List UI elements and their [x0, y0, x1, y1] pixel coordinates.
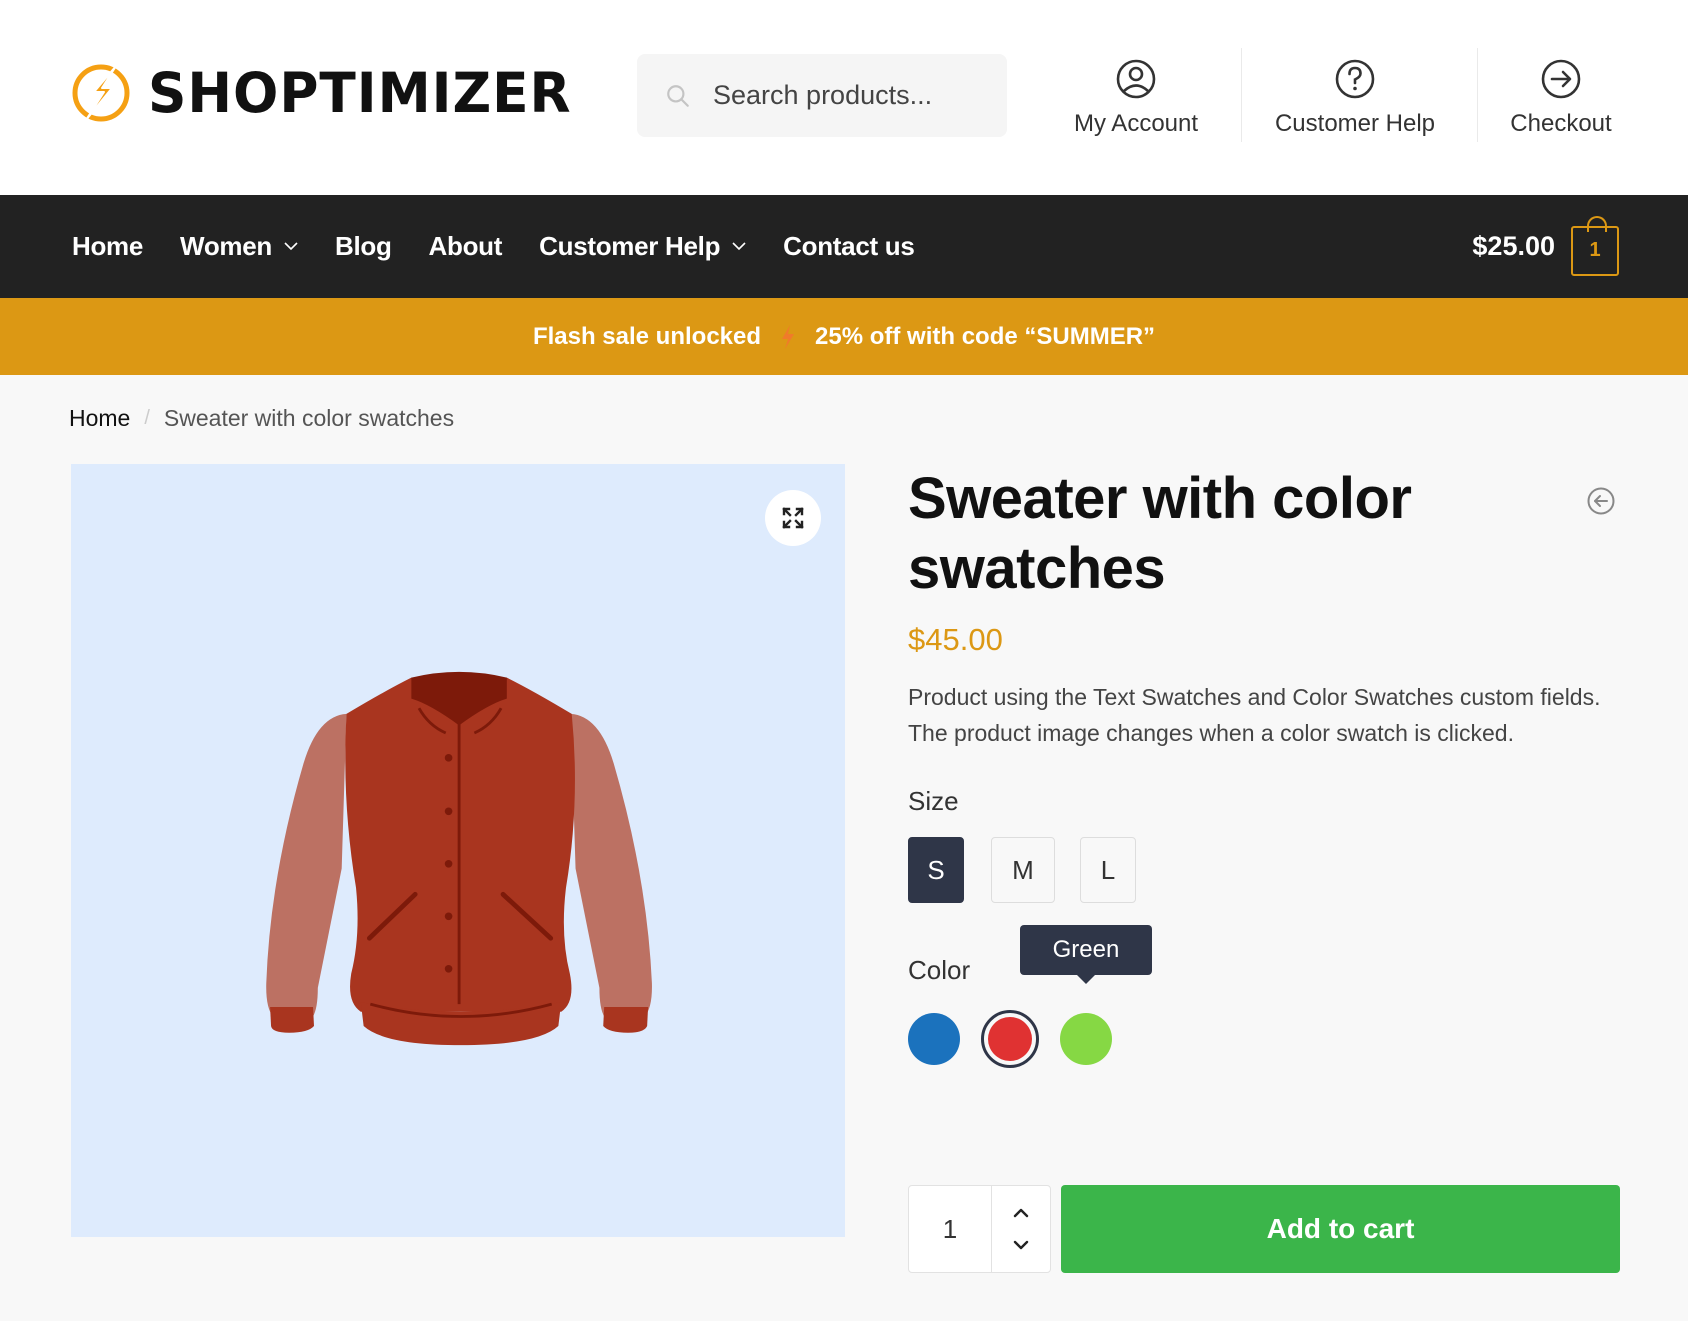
add-to-cart-form: Add to cart	[908, 1185, 1620, 1273]
mini-cart[interactable]: $25.00 1	[1472, 195, 1619, 298]
nav-item-label: Women	[180, 231, 272, 261]
chevron-down-icon	[284, 242, 298, 251]
jacket-right-sleeve	[570, 713, 652, 1022]
arrow-right-circle-icon	[1541, 59, 1581, 99]
chevron-up-icon[interactable]	[1013, 1208, 1029, 1218]
user-circle-icon	[1116, 59, 1156, 99]
banner-text-right: 25% off with code “SUMMER”	[815, 322, 1156, 350]
nav-item-label: Customer Help	[539, 231, 721, 261]
chevron-down-icon[interactable]	[1013, 1240, 1029, 1250]
cart-total: $25.00	[1472, 231, 1555, 261]
search-icon	[667, 84, 689, 107]
site-header: SHOPTIMIZER My Account Customer Help	[0, 0, 1688, 195]
color-swatch-red-selected[interactable]	[981, 1010, 1039, 1068]
color-label: Color	[908, 955, 971, 985]
checkout-link[interactable]: Checkout	[1506, 48, 1616, 140]
nav-item-label: Contact us	[783, 231, 915, 261]
product-summary: Sweater with color swatches $45.00 Produ…	[908, 464, 1620, 1273]
logo-text: SHOPTIMIZER	[148, 60, 572, 125]
my-account-link[interactable]: My Account	[1067, 48, 1205, 140]
size-swatches: S M L	[908, 837, 1620, 903]
site-logo[interactable]: SHOPTIMIZER	[70, 62, 585, 124]
quantity-input[interactable]	[909, 1186, 992, 1272]
jacket-right-cuff	[603, 1006, 649, 1033]
quantity-stepper[interactable]	[908, 1185, 1051, 1273]
nav-item-home[interactable]: Home	[72, 231, 143, 262]
nav-item-label: About	[428, 231, 503, 261]
product-description: Product using the Text Swatches and Colo…	[908, 684, 1601, 746]
size-swatch-m[interactable]: M	[991, 837, 1055, 903]
nav-item-about[interactable]: About	[429, 231, 503, 262]
product-image-jacket	[266, 671, 652, 1046]
arrow-left-circle-icon[interactable]	[1586, 486, 1616, 516]
jacket-left-sleeve	[266, 713, 347, 1022]
nav-item-blog[interactable]: Blog	[335, 231, 392, 262]
breadcrumb-separator: /	[144, 407, 150, 429]
size-swatch-s[interactable]: S	[908, 837, 964, 903]
nav-item-women[interactable]: Women	[180, 231, 298, 262]
color-tooltip: Green	[1020, 925, 1152, 984]
nav-item-label: Home	[72, 231, 144, 261]
customer-help-label: Customer Help	[1274, 110, 1436, 137]
cart-count: 1	[1589, 239, 1601, 261]
lightning-logo-icon	[72, 64, 130, 122]
promo-banner: Flash sale unlocked 25% off with code “S…	[0, 298, 1688, 375]
size-swatch-l[interactable]: L	[1080, 837, 1136, 903]
breadcrumb: Home / Sweater with color swatches	[69, 405, 454, 432]
nav-item-label: Blog	[334, 231, 392, 261]
color-swatches	[908, 1010, 1620, 1068]
product-price: $45.00	[908, 622, 1003, 657]
my-account-label: My Account	[1073, 110, 1199, 137]
main-nav: Home Women Blog About Customer Help Cont…	[0, 195, 1688, 298]
question-circle-icon	[1335, 59, 1375, 99]
lightning-icon	[782, 324, 795, 349]
fullscreen-button[interactable]	[765, 490, 821, 546]
checkout-label: Checkout	[1510, 110, 1612, 137]
jacket-left-cuff	[270, 1006, 314, 1033]
nav-item-contact-us[interactable]: Contact us	[783, 231, 915, 262]
search-bar[interactable]	[637, 54, 1007, 137]
chevron-down-icon	[732, 242, 746, 251]
size-label: Size	[908, 786, 959, 816]
shopping-bag-icon[interactable]: 1	[1571, 215, 1619, 276]
header-divider	[1477, 48, 1478, 142]
color-swatch-green[interactable]	[1060, 1013, 1112, 1065]
product-gallery[interactable]	[71, 464, 845, 1237]
color-swatch-blue[interactable]	[908, 1013, 960, 1065]
customer-help-link[interactable]: Customer Help	[1271, 48, 1439, 140]
color-option: Color Green	[908, 925, 1620, 1068]
nav-item-customer-help[interactable]: Customer Help	[539, 231, 746, 262]
expand-icon	[782, 507, 804, 529]
color-swatch-red[interactable]	[988, 1017, 1032, 1061]
search-input[interactable]	[713, 80, 1003, 111]
banner-text-left: Flash sale unlocked	[532, 322, 762, 350]
breadcrumb-home[interactable]: Home	[69, 405, 130, 432]
product-title: Sweater with color swatches	[908, 466, 1412, 601]
header-divider	[1241, 48, 1242, 142]
add-to-cart-button[interactable]: Add to cart	[1061, 1185, 1620, 1273]
breadcrumb-current: Sweater with color swatches	[163, 405, 455, 431]
